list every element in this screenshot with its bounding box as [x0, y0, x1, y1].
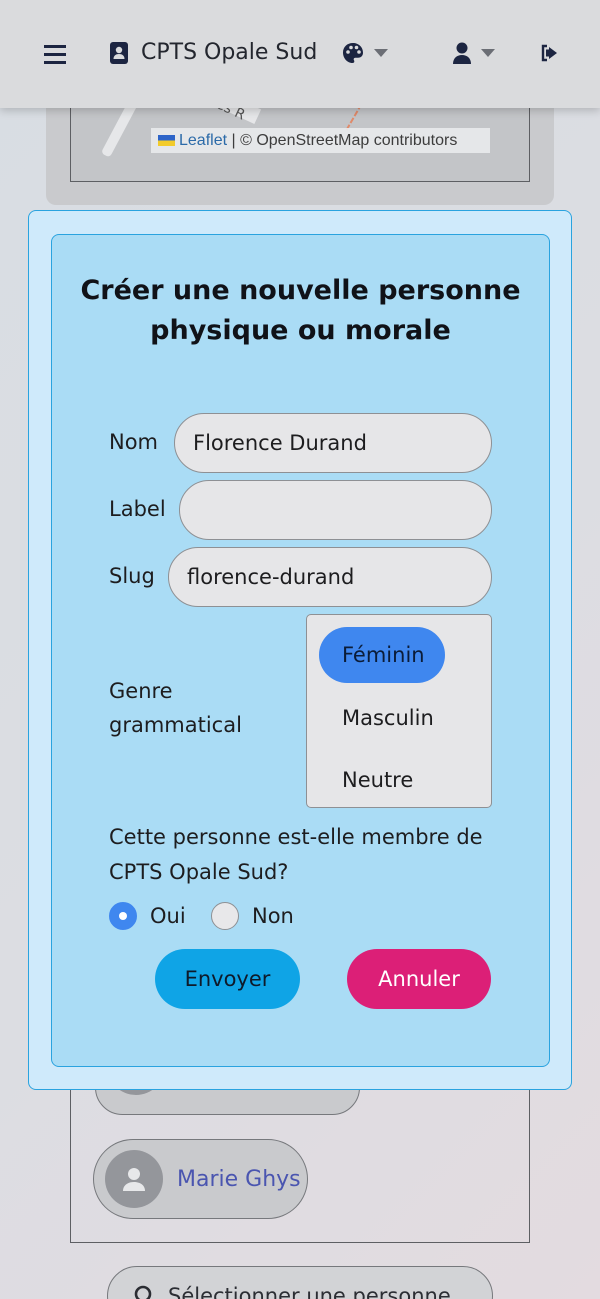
logout-button[interactable] [540, 44, 560, 62]
map-attribution: Leaflet | © OpenStreetMap contributors [151, 128, 490, 153]
chevron-down-icon [374, 49, 388, 57]
person-name[interactable]: Marie Ghys [177, 1167, 301, 1192]
label-input[interactable] [179, 480, 492, 540]
genre-option-feminin[interactable]: Féminin [319, 627, 445, 683]
theme-dropdown[interactable] [342, 42, 388, 64]
modal-title: Créer une nouvelle personne physique ou … [80, 275, 521, 346]
modal-dialog: Créer une nouvelle personne physique ou … [28, 210, 572, 1090]
nom-label: Nom [109, 430, 159, 454]
search-icon [134, 1285, 152, 1299]
radio-oui-label[interactable]: Oui [150, 904, 186, 928]
genre-label: Genre grammatical [109, 679, 242, 737]
membership-question: Cette personne est-elle membre de CPTS O… [109, 825, 483, 884]
submit-button[interactable]: Envoyer [155, 949, 300, 1009]
avatar [105, 1150, 163, 1208]
label-label: Label [109, 497, 166, 521]
person-chip-marie-ghys[interactable]: Marie Ghys [93, 1139, 308, 1219]
slug-label: Slug [109, 564, 155, 588]
genre-select[interactable]: Féminin Masculin Neutre [306, 614, 492, 808]
select-person-label: Sélectionner une personne [168, 1284, 451, 1299]
leaflet-link[interactable]: Leaflet [179, 132, 227, 149]
radio-oui[interactable]: Oui [109, 902, 186, 930]
brand-name: CPTS Opale Sud [141, 40, 318, 65]
palette-icon [343, 43, 363, 63]
radio-oui-button[interactable] [109, 902, 137, 930]
brand-link[interactable]: CPTS Opale Sud [109, 40, 317, 65]
nom-input[interactable] [174, 413, 492, 473]
logout-icon [541, 44, 557, 62]
radio-non[interactable]: Non [211, 902, 294, 930]
radio-non-label[interactable]: Non [252, 904, 294, 928]
user-dropdown[interactable] [453, 42, 495, 64]
menu-button[interactable] [44, 44, 66, 64]
genre-option-masculin[interactable]: Masculin [319, 690, 445, 746]
cancel-button[interactable]: Annuler [347, 949, 491, 1009]
user-icon [123, 1168, 145, 1191]
create-person-form: Créer une nouvelle personne physique ou … [51, 234, 550, 1067]
navbar: CPTS Opale Sud [0, 0, 600, 108]
menu-icon [44, 45, 66, 64]
ukraine-flag-icon [158, 135, 175, 146]
radio-non-button[interactable] [211, 902, 239, 930]
user-icon [453, 42, 471, 64]
select-person-button[interactable]: Sélectionner une personne [107, 1266, 493, 1299]
chevron-down-icon [481, 49, 495, 57]
address-book-icon [110, 41, 128, 64]
attribution-text: | © OpenStreetMap contributors [231, 132, 458, 149]
genre-option-neutre[interactable]: Neutre [319, 752, 445, 808]
slug-input[interactable] [168, 547, 492, 607]
